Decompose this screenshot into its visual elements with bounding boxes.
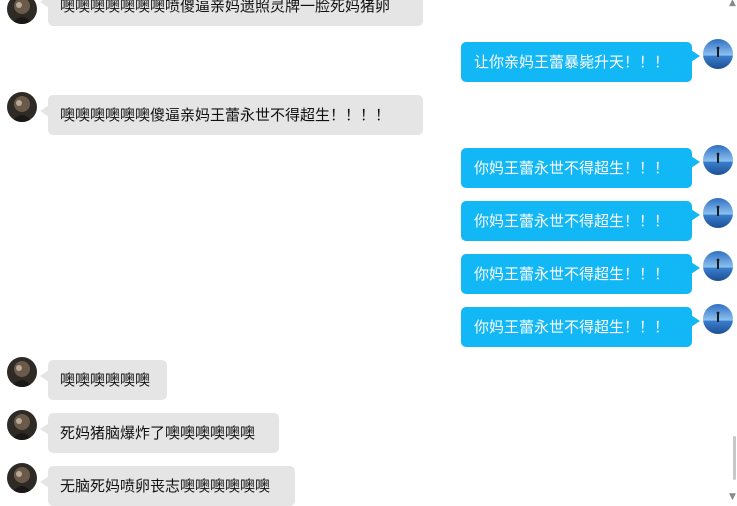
message-bubble[interactable]: 你妈王蕾永世不得超生！！！ (461, 254, 692, 294)
message-bubble[interactable]: 你妈王蕾永世不得超生！！！ (461, 201, 692, 241)
contact-avatar-icon[interactable] (7, 463, 37, 493)
message-bubble[interactable]: 你妈王蕾永世不得超生！！！ (461, 307, 692, 347)
scroll-up-icon[interactable]: ▲ (729, 0, 736, 8)
bubble-tail (691, 156, 700, 168)
self-avatar-icon[interactable] (703, 251, 733, 281)
self-avatar-icon[interactable] (703, 304, 733, 334)
contact-avatar-icon[interactable] (7, 357, 37, 387)
message-bubble[interactable]: 噢噢噢噢噢噢噢喷傻逼亲妈遗照灵牌一脸死妈猪卵 (48, 0, 423, 26)
contact-avatar-icon[interactable] (7, 410, 37, 440)
self-avatar-icon[interactable] (703, 198, 733, 228)
self-avatar-icon[interactable] (703, 145, 733, 175)
message-bubble[interactable]: 死妈猪脑爆炸了噢噢噢噢噢噢 (48, 413, 279, 453)
scroll-down-icon[interactable]: ▼ (729, 492, 736, 502)
message-bubble[interactable]: 噢噢噢噢噢噢 (48, 360, 167, 400)
bubble-tail (691, 50, 700, 62)
message-bubble[interactable]: 无脑死妈喷卵丧志噢噢噢噢噢噢 (48, 466, 295, 506)
bubble-tail (691, 209, 700, 221)
message-bubble[interactable]: 让你亲妈王蕾暴毙升天！！！ (461, 42, 692, 82)
contact-avatar-icon[interactable] (7, 92, 37, 122)
vertical-scrollbar[interactable] (731, 0, 737, 506)
self-avatar-icon[interactable] (703, 39, 733, 69)
message-bubble[interactable]: 噢噢噢噢噢噢傻逼亲妈王蕾永世不得超生！！！！ (48, 95, 423, 135)
contact-avatar-icon[interactable] (7, 0, 37, 24)
scrollbar-thumb[interactable] (733, 436, 736, 480)
message-bubble[interactable]: 你妈王蕾永世不得超生！！！ (461, 148, 692, 188)
bubble-tail (691, 315, 700, 327)
bubble-tail (691, 262, 700, 274)
chat-message-list: 噢噢噢噢噢噢噢喷傻逼亲妈遗照灵牌一脸死妈猪卵 让你亲妈王蕾暴毙升天！！！ 噢噢噢… (0, 0, 737, 506)
